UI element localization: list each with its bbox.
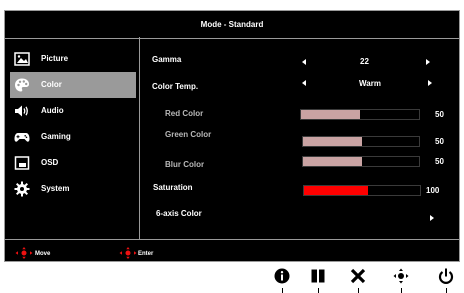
color-temp-value: Warm: [359, 79, 381, 88]
button-tick: [282, 288, 283, 293]
saturation-value: 100: [426, 186, 440, 195]
slider-fill: [303, 137, 363, 146]
green-color-value: 50: [435, 137, 444, 146]
menu-item-audio[interactable]: Audio: [10, 98, 136, 124]
gamepad-icon: [14, 133, 30, 142]
menu-item-color[interactable]: Color: [10, 72, 136, 98]
hint-separator: [5, 239, 459, 240]
speaker-icon: [15, 105, 28, 117]
menu-label: Color: [41, 80, 62, 89]
red-color-label: Red Color: [165, 109, 204, 118]
saturation-slider[interactable]: [303, 185, 421, 196]
blue-color-slider[interactable]: [302, 156, 420, 167]
picture-icon: [14, 52, 30, 66]
menu-label: Audio: [41, 106, 64, 115]
arrow-right-icon[interactable]: [428, 80, 432, 86]
green-color-label: Green Color: [165, 130, 212, 139]
slider-fill: [304, 186, 368, 195]
color-temp-label: Color Temp.: [152, 82, 199, 91]
enter-hint: Enter: [138, 251, 154, 257]
six-axis-label: 6-axis Color: [156, 209, 202, 218]
power-icon[interactable]: [438, 268, 454, 284]
menu-item-osd[interactable]: OSD: [10, 150, 136, 176]
enter-joystick-icon: [119, 247, 137, 259]
green-color-slider[interactable]: [302, 136, 420, 147]
arrow-right-icon[interactable]: [426, 59, 430, 65]
gamma-label: Gamma: [152, 55, 182, 64]
menu-label: OSD: [41, 158, 59, 167]
arrow-right-icon[interactable]: [430, 215, 434, 221]
gamma-value: 22: [360, 57, 369, 66]
saturation-label: Saturation: [153, 183, 193, 192]
button-tick: [446, 288, 447, 293]
osd-window-icon: [14, 156, 30, 170]
red-color-slider[interactable]: [300, 109, 420, 120]
close-icon[interactable]: [350, 268, 366, 284]
move-joystick-icon: [15, 247, 33, 259]
slider-fill: [301, 110, 360, 119]
palette-icon: [15, 78, 29, 92]
blue-color-value: 50: [435, 157, 444, 166]
osd-title: Mode - Standard: [5, 11, 459, 39]
arrow-left-icon[interactable]: [302, 59, 306, 65]
red-color-value: 50: [435, 110, 444, 119]
pause-icon[interactable]: [310, 268, 326, 284]
menu-item-system[interactable]: System: [10, 176, 136, 202]
navigate-icon[interactable]: [393, 268, 409, 284]
menu-item-picture[interactable]: Picture: [10, 46, 136, 72]
slider-fill: [303, 157, 363, 166]
menu-label: Gaming: [41, 132, 71, 141]
button-tick: [358, 288, 359, 293]
blue-color-label: Blur Color: [165, 160, 205, 169]
button-tick: [318, 288, 319, 293]
arrow-left-icon[interactable]: [302, 80, 306, 86]
menu-label: Picture: [41, 54, 69, 63]
menu-label: System: [41, 184, 70, 193]
move-hint: Move: [35, 251, 51, 257]
gear-icon: [14, 181, 30, 197]
menu-item-gaming[interactable]: Gaming: [10, 124, 136, 150]
divider: [139, 37, 140, 239]
info-icon[interactable]: [274, 268, 290, 284]
osd-window: Mode - Standard Picture Color Audio Gami…: [4, 10, 460, 262]
button-tick: [401, 288, 402, 293]
